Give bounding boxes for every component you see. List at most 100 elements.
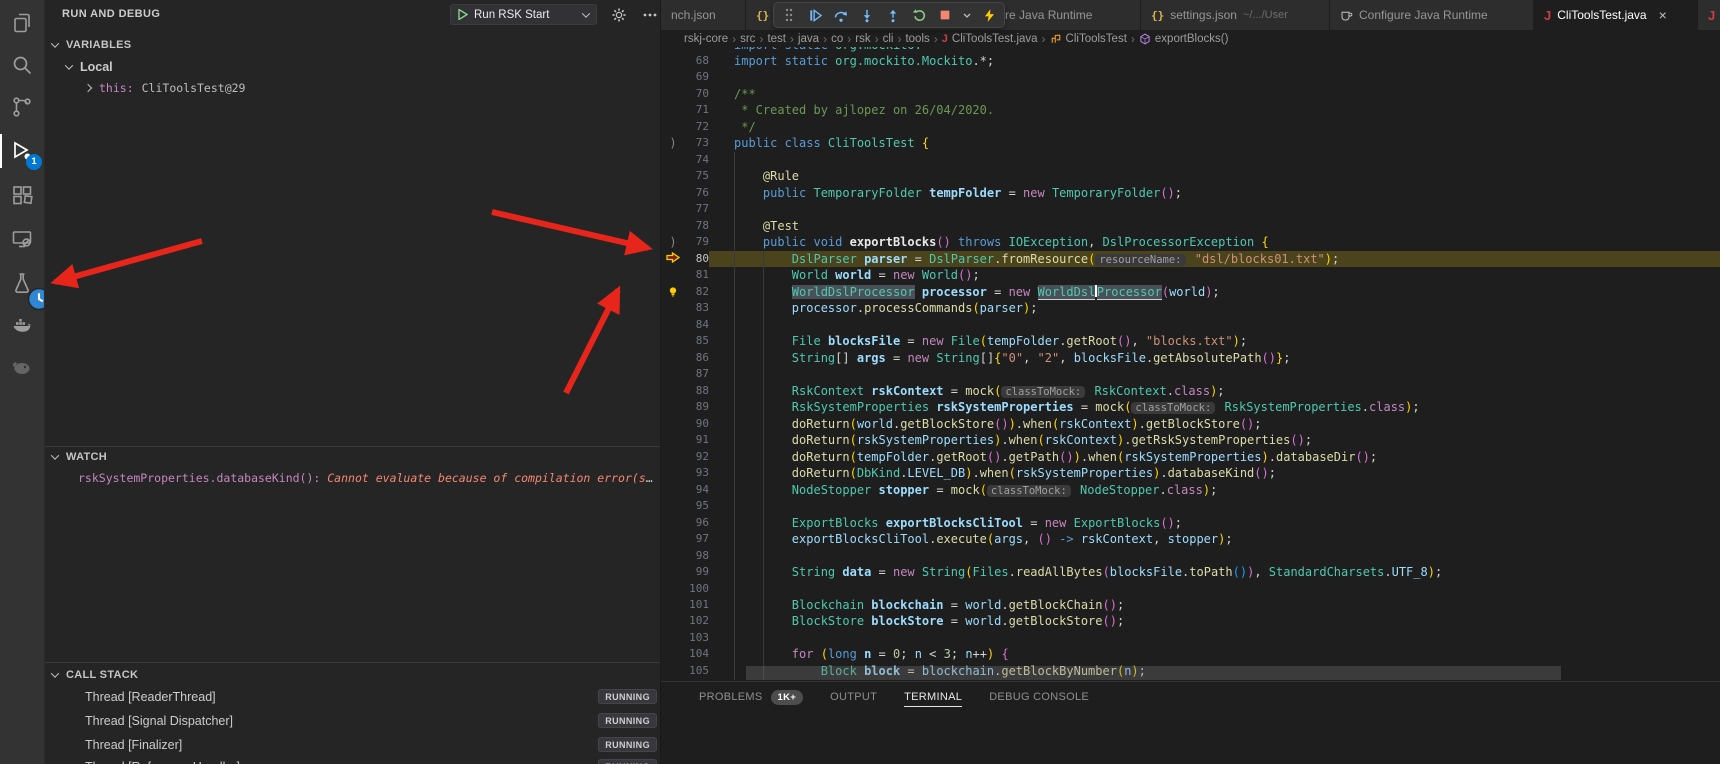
- breadcrumb-item[interactable]: cli: [883, 33, 894, 45]
- lightbulb-icon[interactable]: [667, 286, 679, 298]
- line-number[interactable]: 99: [685, 564, 709, 580]
- variable-this-row[interactable]: this: CliToolsTest@29: [45, 79, 660, 97]
- code-line-text[interactable]: public void exportBlocks() throws IOExce…: [709, 234, 1720, 250]
- code-line-text[interactable]: World world = new World();: [709, 267, 1720, 283]
- code-line-text[interactable]: @Rule: [709, 168, 1720, 184]
- search-icon[interactable]: [0, 44, 44, 86]
- line-number[interactable]: 83: [685, 300, 709, 316]
- explorer-icon[interactable]: [0, 2, 44, 44]
- breadcrumb-item[interactable]: java: [798, 33, 819, 45]
- step-into-icon[interactable]: [858, 6, 876, 24]
- code-line-text[interactable]: RskSystemProperties rskSystemProperties …: [709, 399, 1720, 415]
- line-number[interactable]: 72: [685, 119, 709, 135]
- line-number[interactable]: 82: [685, 284, 709, 300]
- line-number[interactable]: 94: [685, 482, 709, 498]
- code-line-text[interactable]: [709, 581, 1720, 597]
- step-out-icon[interactable]: [884, 6, 902, 24]
- stop-dropdown-chevron-icon[interactable]: [962, 6, 972, 24]
- breadcrumb-item[interactable]: CliToolsTest: [1050, 33, 1127, 45]
- breadcrumb-item[interactable]: JCliToolsTest.java: [942, 33, 1038, 45]
- continue-icon[interactable]: [806, 6, 824, 24]
- variables-section-header[interactable]: VARIABLES: [45, 36, 660, 54]
- line-number[interactable]: 73: [685, 135, 709, 151]
- code-line-text[interactable]: processor.processCommands(parser);: [709, 300, 1720, 316]
- drag-handle-icon[interactable]: [780, 6, 798, 24]
- line-number[interactable]: 78: [685, 218, 709, 234]
- code-line-text[interactable]: */: [709, 119, 1720, 135]
- lightbulb-icon[interactable]: [667, 286, 679, 298]
- code-line-text[interactable]: [709, 366, 1720, 382]
- debug-current-line-icon[interactable]: [661, 251, 685, 267]
- line-number[interactable]: 84: [685, 317, 709, 333]
- breadcrumb-item[interactable]: exportBlocks(): [1139, 33, 1229, 45]
- watch-expression-row[interactable]: rskSystemProperties.databaseKind(): Cann…: [78, 471, 654, 485]
- breadcrumb-item[interactable]: rskj-core: [684, 33, 728, 45]
- code-line-text[interactable]: [709, 498, 1720, 514]
- line-number[interactable]: 104: [685, 646, 709, 662]
- step-over-icon[interactable]: [832, 6, 850, 24]
- code-line-text[interactable]: exportBlocksCliTool.execute(args, () -> …: [709, 531, 1720, 547]
- line-number[interactable]: 93: [685, 465, 709, 481]
- code-editor[interactable]: import static org.mockito.68import stati…: [661, 47, 1720, 680]
- line-number[interactable]: 71: [685, 102, 709, 118]
- code-line-text[interactable]: doReturn(rskSystemProperties).when(rskCo…: [709, 432, 1720, 448]
- code-line-text[interactable]: [709, 317, 1720, 333]
- line-number[interactable]: 102: [685, 613, 709, 629]
- line-number[interactable]: 103: [685, 630, 709, 646]
- editor-tab[interactable]: JCliToolsTest.java×: [1534, 0, 1698, 30]
- code-line-text[interactable]: String[] args = new String[]{"0", "2", b…: [709, 350, 1720, 366]
- code-line-text[interactable]: ExportBlocks exportBlocksCliTool = new E…: [709, 515, 1720, 531]
- editor-tab[interactable]: Configure Java Runtime: [1330, 0, 1534, 30]
- restart-icon[interactable]: [910, 6, 928, 24]
- line-number[interactable]: 89: [685, 399, 709, 415]
- editor-tab[interactable]: nch.json: [661, 0, 746, 30]
- code-line-text[interactable]: @Test: [709, 218, 1720, 234]
- code-line-text[interactable]: [709, 548, 1720, 564]
- line-number[interactable]: 86: [685, 350, 709, 366]
- code-line-text[interactable]: DslParser parser = DslParser.fromResourc…: [709, 251, 1720, 267]
- code-line-text[interactable]: [709, 201, 1720, 217]
- extensions-icon[interactable]: [0, 174, 44, 216]
- stop-icon[interactable]: [936, 6, 954, 24]
- watch-section-header[interactable]: WATCH: [45, 448, 660, 466]
- code-line-text[interactable]: WorldDslProcessor processor = new WorldD…: [709, 284, 1720, 300]
- code-line-text[interactable]: [709, 630, 1720, 646]
- line-number[interactable]: 79: [685, 234, 709, 250]
- code-line-text[interactable]: /**: [709, 86, 1720, 102]
- gradle-elephant-icon[interactable]: [0, 346, 44, 388]
- line-number[interactable]: 74: [685, 152, 709, 168]
- code-line-text[interactable]: [709, 152, 1720, 168]
- line-number[interactable]: 95: [685, 498, 709, 514]
- gear-icon[interactable]: [610, 6, 628, 24]
- line-number[interactable]: 98: [685, 548, 709, 564]
- panel-tab-debug-console[interactable]: DEBUG CONSOLE: [989, 691, 1089, 703]
- breadcrumb-item[interactable]: rsk: [855, 33, 870, 45]
- call-stack-section-header[interactable]: CALL STACK: [45, 666, 660, 684]
- source-control-icon[interactable]: [0, 86, 44, 128]
- call-stack-thread-row[interactable]: Thread [Signal Dispatcher]RUNNING: [45, 712, 660, 730]
- launch-config-dropdown[interactable]: Run RSK Start: [450, 4, 597, 25]
- code-line-text[interactable]: for (long n = 0; n < 3; n++) {: [709, 646, 1720, 662]
- code-line-text[interactable]: doReturn(DbKind.LEVEL_DB).when(rskSystem…: [709, 465, 1720, 481]
- breadcrumb-item[interactable]: tools: [905, 33, 929, 45]
- line-number[interactable]: 91: [685, 432, 709, 448]
- line-number[interactable]: 100: [685, 581, 709, 597]
- code-line-text[interactable]: [709, 69, 1720, 85]
- line-number[interactable]: 70: [685, 86, 709, 102]
- code-line-text[interactable]: doReturn(world.getBlockStore()).when(rsk…: [709, 416, 1720, 432]
- line-number[interactable]: 76: [685, 185, 709, 201]
- code-line-text[interactable]: RskContext rskContext = mock(classToMock…: [709, 383, 1720, 399]
- code-line-text[interactable]: String data = new String(Files.readAllBy…: [709, 564, 1720, 580]
- line-number[interactable]: 81: [685, 267, 709, 283]
- editor-tab[interactable]: {}settings.json~/.../User: [1141, 0, 1330, 30]
- breadcrumb-item[interactable]: co: [831, 33, 843, 45]
- panel-tab-problems[interactable]: PROBLEMS1K+: [699, 690, 803, 705]
- call-stack-thread-row[interactable]: Thread [Finalizer]RUNNING: [45, 736, 660, 754]
- code-line-text[interactable]: BlockStore blockStore = world.getBlockSt…: [709, 613, 1720, 629]
- line-number[interactable]: 101: [685, 597, 709, 613]
- call-stack-thread-row[interactable]: Thread [ReaderThread]RUNNING: [45, 688, 660, 706]
- testing-flask-icon[interactable]: [0, 262, 44, 304]
- line-number[interactable]: 80: [685, 251, 709, 267]
- line-number[interactable]: 96: [685, 515, 709, 531]
- line-number[interactable]: 90: [685, 416, 709, 432]
